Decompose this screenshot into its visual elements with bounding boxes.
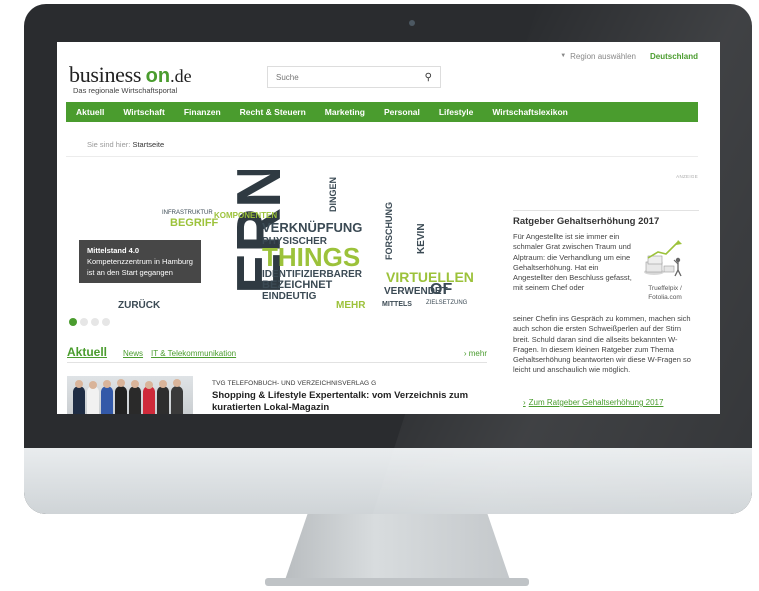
webcam-icon: [409, 20, 415, 26]
person-head: [89, 381, 97, 389]
sidebar-link[interactable]: › Zum Ratgeber Gehaltserhöhung 2017: [523, 398, 663, 407]
cloud-word: KOMPONENTEN: [214, 211, 277, 220]
logo-word: business: [69, 62, 142, 87]
slider-dot[interactable]: [80, 318, 88, 326]
header-divider: [66, 156, 698, 157]
person-figure: [87, 386, 99, 414]
breadcrumb-current[interactable]: Startseite: [132, 140, 164, 149]
breadcrumb: Sie sind hier: Startseite: [87, 140, 164, 149]
nav-item-personal[interactable]: Personal: [384, 107, 420, 117]
person-figure: [143, 386, 155, 414]
monitor-base: [265, 578, 529, 586]
region-current[interactable]: Deutschland: [650, 52, 698, 61]
news-title[interactable]: Shopping & Lifestyle Expertentalk: vom V…: [212, 390, 482, 414]
cloud-word: INFRASTRUKTUR: [162, 210, 213, 216]
cloud-word: BEGRIFF: [170, 217, 219, 229]
person-figure: [73, 386, 85, 414]
person-figure: [157, 386, 169, 414]
sidebar-divider: [513, 210, 699, 211]
breadcrumb-prefix: Sie sind hier:: [87, 140, 131, 149]
logo-subtitle: Das regionale Wirtschaftsportal: [73, 86, 178, 95]
cloud-word: BEZEICHNET: [262, 279, 333, 291]
search-box: ⚲: [267, 66, 441, 88]
tab-news[interactable]: News: [123, 349, 143, 358]
person-head: [75, 380, 83, 388]
hero-caption-text: Kompetenzzentrum in Hamburg ist an den S…: [87, 257, 193, 277]
person-head: [103, 380, 111, 388]
aktuell-heading[interactable]: Aktuell: [67, 345, 107, 359]
image-credit: Trueffelpix / Fotolia.com: [648, 285, 682, 301]
ad-label: ANZEIGE: [676, 174, 698, 179]
chevron-right-icon: ›: [523, 398, 526, 407]
cloud-word: ZURÜCK: [118, 298, 161, 310]
nav-item-marketing[interactable]: Marketing: [325, 107, 365, 117]
hero-caption-title: Mittelstand 4.0: [87, 246, 140, 255]
news-source: TVG TELEFONBUCH- UND VERZEICHNISVERLAG G: [212, 380, 377, 387]
cloud-word: OF: [430, 281, 452, 298]
cloud-word: KEVIN: [416, 223, 427, 254]
nav-item-wirtschaftslexikon[interactable]: Wirtschaftslexikon: [492, 107, 568, 117]
search-input[interactable]: [276, 72, 416, 82]
slider-dot[interactable]: [69, 318, 77, 326]
region-select-label: Region auswählen: [570, 51, 636, 61]
monitor-stand: [285, 514, 510, 580]
slider-dot[interactable]: [91, 318, 99, 326]
region-bar: ▼ Region auswählen Deutschland: [560, 48, 698, 64]
nav-item-aktuell[interactable]: Aktuell: [76, 107, 104, 117]
person-figure: [171, 386, 183, 414]
tab-it-telekommunikation[interactable]: IT & Telekommunikation: [151, 349, 236, 358]
more-link[interactable]: › mehr: [464, 349, 487, 358]
person-head: [131, 380, 139, 388]
slider-dot[interactable]: [102, 318, 110, 326]
person-figure: [101, 386, 113, 414]
person-head: [145, 381, 153, 389]
sidebar-title[interactable]: Ratgeber Gehaltserhöhung 2017: [513, 216, 659, 227]
chevron-down-icon: ▼: [560, 53, 567, 59]
cloud-word: DINGEN: [328, 177, 338, 212]
news-thumbnail[interactable]: [67, 376, 193, 414]
aktuell-divider: [67, 362, 487, 363]
slider-dots: [69, 318, 113, 326]
region-select[interactable]: ▼ Region auswählen: [560, 52, 636, 61]
nav-item-wirtschaft[interactable]: Wirtschaft: [123, 107, 164, 117]
logo-tld: .de: [170, 66, 192, 86]
cloud-word: VERKNÜPFUNG: [262, 220, 362, 235]
person-figure: [115, 386, 127, 414]
cloud-word: FORSCHUNG: [384, 202, 394, 260]
cloud-word: ZIELSETZUNG: [426, 300, 468, 306]
person-figure: [129, 386, 141, 414]
nav-item-finanzen[interactable]: Finanzen: [184, 107, 221, 117]
hero-caption[interactable]: Mittelstand 4.0 Kompetenzzentrum in Hamb…: [79, 240, 201, 283]
search-icon[interactable]: ⚲: [425, 72, 432, 83]
site-logo[interactable]: business on.de Das regionale Wirtschafts…: [69, 62, 192, 95]
money-growth-icon: [644, 240, 682, 277]
sidebar-link-label: Zum Ratgeber Gehaltserhöhung 2017: [528, 398, 664, 407]
cloud-word: MEHR: [336, 300, 366, 310]
nav-item-recht-steuern[interactable]: Recht & Steuern: [240, 107, 306, 117]
logo-on: on: [145, 65, 171, 87]
person-head: [117, 379, 125, 387]
person-head: [159, 380, 167, 388]
sidebar-text: Für Angestellte ist sie immer ein schmal…: [513, 232, 632, 293]
main-nav: Aktuell Wirtschaft Finanzen Recht & Steu…: [66, 102, 698, 122]
website-screen: ▼ Region auswählen Deutschland business …: [57, 42, 720, 414]
cloud-word: PHYSISCHER: [262, 236, 328, 247]
aktuell-header: Aktuell News IT & Telekommunikation › me…: [67, 345, 487, 359]
nav-item-lifestyle[interactable]: Lifestyle: [439, 107, 474, 117]
cloud-word: EINDEUTIG: [262, 291, 317, 302]
person-head: [173, 379, 181, 387]
cloud-word: MITTELS: [382, 301, 412, 308]
sidebar-text: seiner Chefin ins Gespräch zu kommen, ma…: [513, 314, 691, 375]
monitor-mockup: ▼ Region auswählen Deutschland business …: [0, 0, 759, 591]
